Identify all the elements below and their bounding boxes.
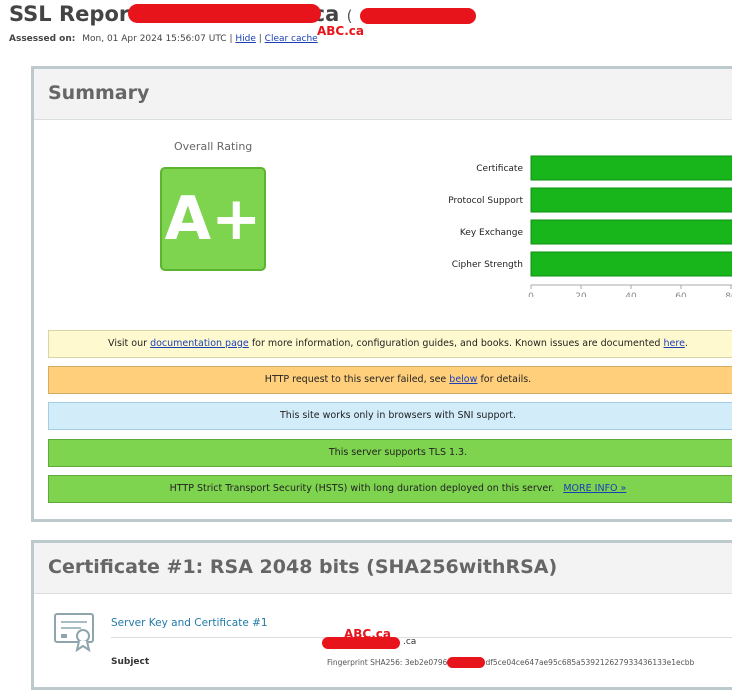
rating-x-tick-label: 80 [725,292,732,297]
http-notice-text-pre: HTTP request to this server failed, see [264,374,447,385]
assessed-label: Assessed on: [9,34,76,44]
header-annotation: ABC.ca [317,24,365,38]
docs-notice-text-pre: Visit our [108,338,148,349]
rating-x-tick-label: 20 [575,292,587,297]
certificate-icon [54,613,94,652]
documentation-page-link[interactable]: documentation page [150,338,249,349]
rating-bar [530,219,732,245]
overall-grade-badge: A+ [160,167,266,271]
fingerprint-suffix: df5ce04ce647ae95c685a539212627933436133e… [485,658,695,667]
assessed-line: Assessed on: Mon, 01 Apr 2024 15:56:07 U… [9,34,318,44]
redaction-title-ip [360,8,476,24]
redaction-title-domain [128,4,321,23]
docs-notice-text-post: for more information, configuration guid… [251,338,661,349]
fingerprint-prefix: Fingerprint SHA256: 3eb2e0796 [327,658,448,667]
certificate-header: Certificate #1: RSA 2048 bits (SHA256wit… [34,543,732,594]
rating-x-tick-label: 0 [528,292,534,297]
rating-category-label: Protocol Support [448,196,523,206]
summary-panel: Summary Overall Rating A+ Certificate Pro… [31,66,732,522]
documentation-notice: Visit our documentation page for more in… [48,330,732,358]
redaction-fingerprint [447,657,485,668]
rating-bar [530,155,732,181]
known-issues-link[interactable]: here [664,338,685,349]
summary-title: Summary [48,82,150,104]
fingerprint-value: Fingerprint SHA256: 3eb2e0796 df5ce04ce64… [327,658,694,667]
server-key-cert-subtitle: Server Key and Certificate #1 [111,617,268,629]
summary-body: Overall Rating A+ Certificate Protocol Su… [34,121,732,519]
rating-bar-chart: Certificate Protocol Support Key Exchange C… [448,155,732,297]
rating-bar [530,187,732,213]
http-notice-text-post: for details. [480,374,532,385]
hsts-notice: HTTP Strict Transport Security (HSTS) wi… [48,475,732,503]
rating-x-tick-label: 60 [675,292,687,297]
hsts-notice-text: HTTP Strict Transport Security (HSTS) wi… [169,483,555,494]
report-title-prefix: SSL Report: [9,2,148,26]
http-details-link[interactable]: below [449,374,477,385]
subject-label: Subject [111,657,150,667]
clear-cache-link[interactable]: Clear cache [265,34,318,44]
rating-category-label: Key Exchange [460,228,524,238]
certificate-divider [111,637,732,638]
hsts-more-info-link[interactable]: MORE INFO » [563,483,626,494]
redaction-subject [322,637,400,649]
rating-category-label: Cipher Strength [452,260,523,270]
certificate-body: Server Key and Certificate #1 ABC.ca Sub… [34,595,732,687]
tls13-notice: This server supports TLS 1.3. [48,439,732,467]
rating-bar [530,251,732,277]
hide-link[interactable]: Hide [235,34,256,44]
summary-header: Summary [34,69,732,120]
subject-domain-suffix: .ca [403,637,417,647]
assessed-value: Mon, 01 Apr 2024 15:56:07 UTC [82,34,227,44]
certificate-panel: Certificate #1: RSA 2048 bits (SHA256wit… [31,540,732,690]
overall-rating-label: Overall Rating [174,140,253,153]
rating-category-label: Certificate [476,164,523,174]
certificate-title: Certificate #1: RSA 2048 bits (SHA256wit… [48,556,558,578]
sni-support-notice: This site works only in browsers with SN… [48,402,732,430]
rating-x-tick-label: 40 [625,292,637,297]
http-failure-notice: HTTP request to this server failed, see … [48,366,732,394]
